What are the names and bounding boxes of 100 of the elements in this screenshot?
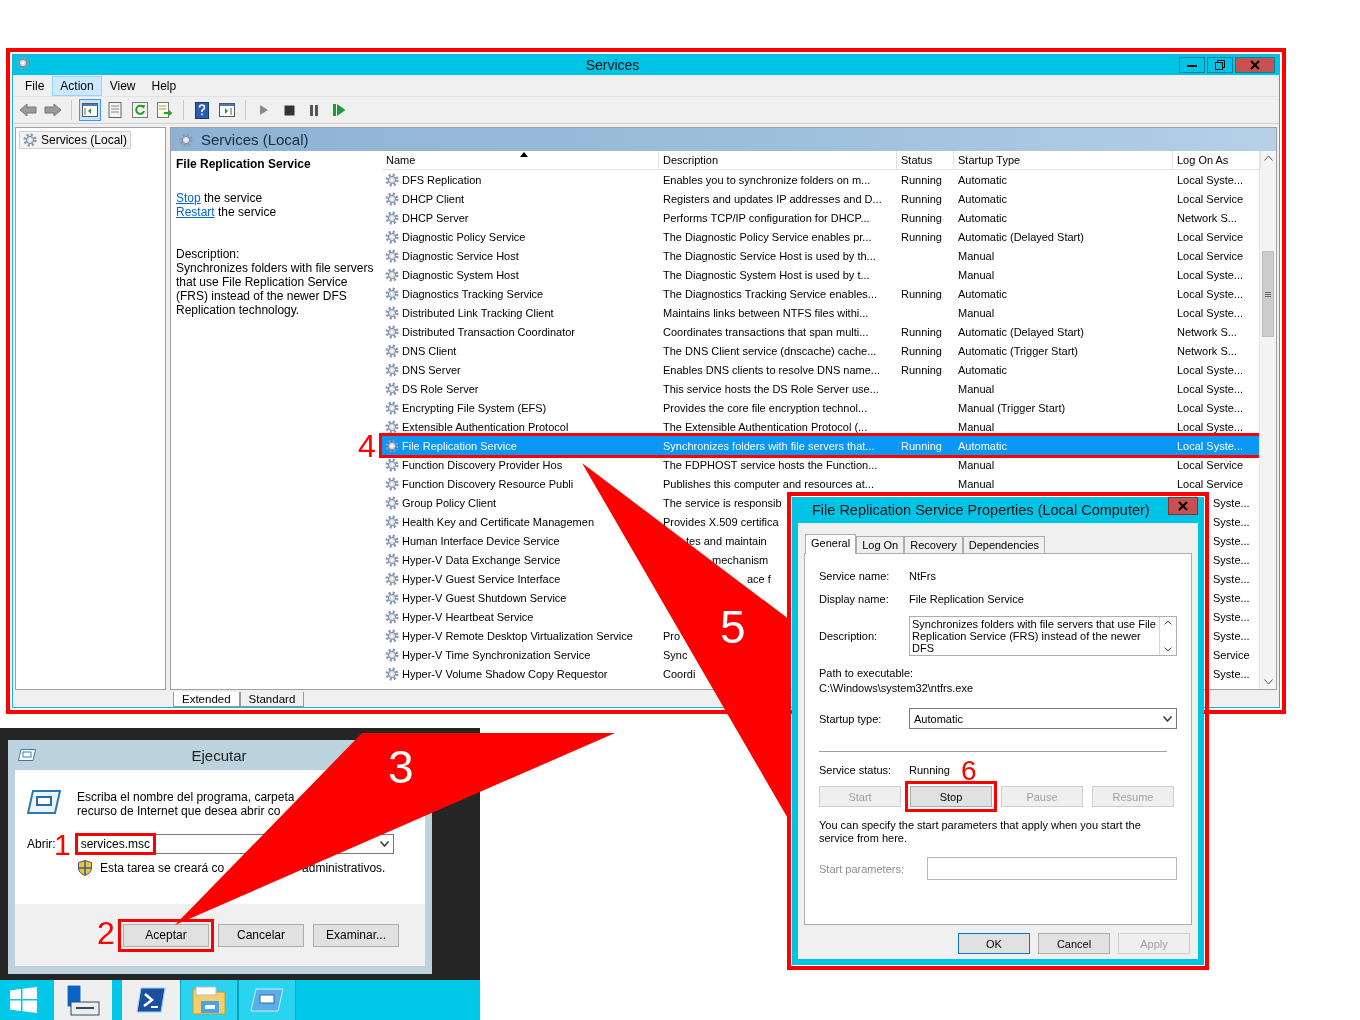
table-cell: Synchronizes folders with file servers that... (663, 439, 875, 452)
table-cell: Running (901, 439, 942, 452)
table-cell: Manual (958, 306, 995, 319)
table-cell: Local Service (1177, 192, 1244, 205)
service-name: Hyper-V Volume Shadow Copy Requestor (402, 667, 608, 680)
step-number: 4 (358, 430, 376, 462)
service-name: DHCP Server (402, 211, 469, 224)
field-value: NtFrs (909, 570, 936, 582)
table-cell: Manual (958, 477, 995, 490)
admin-note: Esta tarea se creará co (100, 861, 225, 875)
step-number: 6 (961, 757, 977, 785)
table-cell: The service is responsib (663, 496, 782, 509)
table-cell: Automatic (Trigger Start) (958, 344, 1078, 357)
table-cell: Publishes this computer and resources at... (663, 477, 874, 490)
table-cell: Automatic (958, 192, 1007, 205)
table-cell: Network S... (1177, 344, 1237, 357)
dialog-title: Ejecutar (190, 746, 248, 764)
table-cell: The Diagnostics Tracking Service enables... (663, 287, 877, 300)
open-label: Abrir: (27, 837, 56, 851)
table-cell: Syste... (1213, 591, 1250, 604)
table-cell: Local Syste... (1177, 363, 1244, 376)
table-cell: Coordinates transactions that span multi... (663, 325, 869, 338)
table-cell: Running (901, 344, 942, 357)
service-name: Human Interface Device Service (402, 534, 560, 547)
service-name: DFS Replication (402, 173, 482, 186)
service-name: Distributed Transaction Coordinator (402, 325, 576, 338)
command-value: services.msc (74, 833, 156, 855)
table-cell: Local Syste... (1177, 439, 1244, 452)
table-cell: Running (901, 192, 942, 205)
table-cell: Syste... (1213, 610, 1250, 623)
table-cell: Manual (958, 268, 995, 281)
table-cell: Syste... (1213, 572, 1250, 585)
field-label: Service name: (819, 570, 890, 582)
field-label: Start parameters: (819, 862, 904, 875)
table-cell: Syste... (1213, 553, 1250, 566)
table-cell: Local Service (1177, 249, 1244, 262)
service-name: Hyper-V Guest Shutdown Service (402, 591, 567, 604)
service-name: Diagnostic Policy Service (402, 230, 526, 243)
table-cell: Automatic (958, 363, 1007, 376)
panel-title: Services (Local) (201, 131, 309, 148)
service-name: Group Policy Client (402, 496, 497, 509)
table-cell: Enables you to synchronize folders on m... (663, 173, 871, 186)
field-value: C:\Windows\system32\ntfrs.exe (819, 682, 975, 694)
table-cell: Enables DNS clients to resolve DNS name... (663, 363, 881, 376)
table-cell: Provides X.509 certifica (663, 515, 779, 528)
service-name: Diagnostics Tracking Service (402, 287, 544, 300)
field-value: File Replication Service (909, 593, 1024, 605)
service-name: Encrypting File System (EFS) (402, 401, 547, 414)
table-cell: Performs TCP/IP configuration for DHCP... (663, 211, 870, 224)
service-name: DS Role Server (402, 382, 479, 395)
dialog-title: File Replication Service Properties (Local Computer) (812, 502, 1151, 518)
table-cell: mechanism (712, 553, 769, 566)
step-number: 1 (54, 830, 71, 860)
service-name: Hyper-V Remote Desktop Virtualization Service (402, 629, 633, 642)
table-cell: Manual (958, 420, 995, 433)
field-label: Description: (819, 630, 878, 642)
prompt-text: Escriba el nombre del programa, carpeta recurso de Internet que desea abrir co (77, 790, 295, 818)
tree-label: Services (Local) (41, 133, 128, 147)
table-cell: Manual (958, 382, 995, 395)
table-cell: The Diagnostic System Host is used by t... (663, 268, 870, 281)
table-cell: Syste... (1213, 515, 1250, 528)
table-cell: Running (901, 230, 942, 243)
table-cell: Manual (958, 458, 995, 471)
action-sentence: Stop the service (176, 191, 264, 205)
table-cell: Maintains links between NTFS files withi... (663, 306, 869, 319)
table-cell: Service (1213, 648, 1250, 661)
service-name: Hyper-V Data Exchange Service (402, 553, 561, 566)
table-cell: Local Syste... (1177, 287, 1244, 300)
description-text: Synchronizes folders with file servers that use File Replication Service (FRS) instead of the newer DFS Replication technology. (176, 261, 375, 317)
table-cell: Running (901, 173, 942, 186)
table-cell: Pro (663, 629, 681, 642)
field-label: Path to executable: (819, 667, 915, 679)
step-number: 3 (388, 744, 414, 790)
service-name: Diagnostic System Host (402, 268, 519, 281)
table-cell: Local Syste... (1177, 401, 1244, 414)
table-cell: Syste... (1213, 629, 1250, 642)
service-name: Health Key and Certificate Managemen (402, 515, 594, 528)
table-cell: Automatic (958, 211, 1007, 224)
table-cell: The Extensible Authentication Protocol (... (663, 420, 868, 433)
table-cell: Syste... (1213, 534, 1250, 547)
table-cell: Automatic (Delayed Start) (958, 325, 1084, 338)
table-cell: Running (901, 325, 942, 338)
action-sentence: Restart the service (176, 205, 278, 219)
field-label: Startup type: (819, 712, 882, 725)
step-number: 5 (720, 604, 746, 650)
table-cell: Syste... (1213, 667, 1250, 680)
table-cell: Running (901, 363, 942, 376)
table-cell: The Diagnostic Service Host is used by th... (663, 249, 876, 262)
table-cell: Automatic (958, 287, 1007, 300)
service-name: DNS Client (402, 344, 457, 357)
table-cell: Local Syste... (1177, 173, 1244, 186)
service-title: File Replication Service (176, 157, 312, 171)
field-label: Service status: (819, 764, 892, 776)
table-cell: The Diagnostic Policy Service enables pr... (663, 230, 872, 243)
table-cell: Local Service (1177, 477, 1244, 490)
hint-text: You can specify the start parameters that apply when you start the service from here. (819, 819, 1142, 845)
table-cell: The FDPHOST service hosts the Function... (663, 458, 878, 471)
table-cell: Network S... (1177, 211, 1237, 224)
table-cell: Running (901, 287, 942, 300)
table-cell: Local Service (1177, 458, 1244, 471)
